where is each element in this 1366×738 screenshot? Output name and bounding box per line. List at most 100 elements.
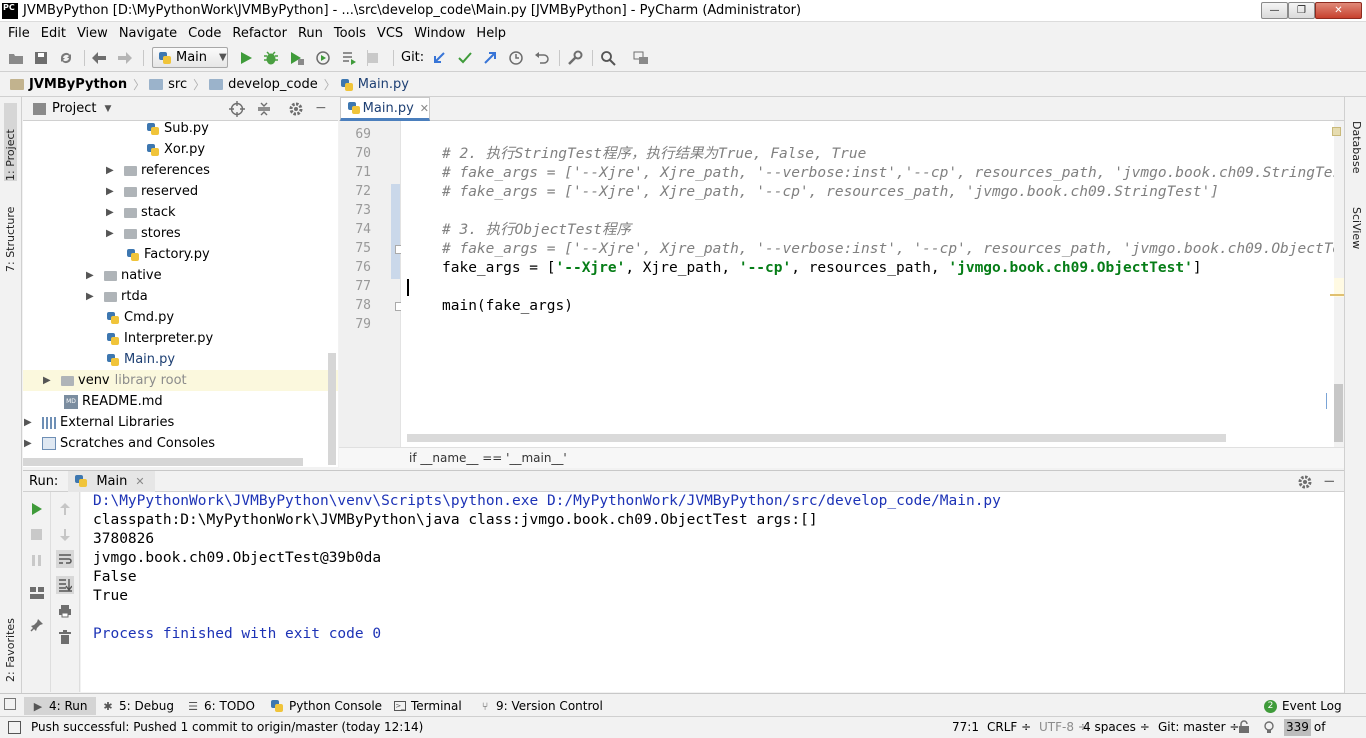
print-icon[interactable] [56, 602, 74, 620]
favorites-tool-tab[interactable]: 2: Favorites [4, 602, 17, 682]
search-icon[interactable] [600, 50, 616, 66]
menu-vcs[interactable]: VCS [373, 26, 407, 41]
status-message[interactable]: Push successful: Pushed 1 commit to orig… [31, 720, 423, 734]
menu-edit[interactable]: Edit [37, 26, 70, 41]
breadcrumb-project[interactable]: JVMByPython [10, 77, 127, 92]
stop-icon[interactable] [28, 526, 46, 544]
locate-target-icon[interactable] [229, 101, 245, 121]
forward-arrow-icon[interactable] [117, 50, 133, 66]
run-icon[interactable] [238, 50, 254, 66]
chevron-right-icon[interactable]: ▶ [106, 186, 116, 197]
back-arrow-icon[interactable] [91, 50, 107, 66]
menu-view[interactable]: View [73, 26, 112, 41]
tab-main-py[interactable]: Main.py ✕ [340, 97, 430, 121]
git-branch-select[interactable]: Git: master ÷ [1158, 720, 1239, 734]
tree-item-sub-py[interactable]: Sub.py [146, 121, 209, 139]
tool-tab-terminal[interactable]: >_ Terminal [394, 697, 462, 715]
menu-code[interactable]: Code [184, 26, 225, 41]
revert-icon[interactable] [534, 50, 550, 66]
chevron-right-icon[interactable]: ▶ [86, 270, 96, 281]
up-arrow-icon[interactable] [56, 500, 74, 518]
breadcrumb-develop-code[interactable]: develop_code [209, 77, 318, 92]
chevron-down-icon[interactable]: ▼ [104, 104, 111, 114]
tool-tab-version-control[interactable]: ⑂ 9: Version Control [479, 697, 603, 715]
breadcrumb-src[interactable]: src [149, 77, 187, 92]
code-editor[interactable]: # 2. 执行StringTest程序，执行结果为True, False, Tr… [401, 121, 1334, 447]
project-tool-tab[interactable]: 1: Project [4, 103, 17, 181]
editor-vertical-scrollbar[interactable] [1334, 384, 1343, 442]
chevron-right-icon[interactable]: ▶ [86, 291, 96, 302]
close-tab-icon[interactable]: ✕ [135, 475, 144, 488]
project-tree-horizontal-scrollbar[interactable] [23, 458, 303, 466]
tree-item-xor-py[interactable]: Xor.py [146, 139, 205, 160]
save-icon[interactable] [33, 50, 49, 66]
sciview-tool-tab[interactable]: SciView [1350, 207, 1363, 249]
tree-item-main-py[interactable]: Main.py [106, 349, 175, 370]
status-tool-windows-icon[interactable] [8, 721, 21, 734]
tree-item-cmd-py[interactable]: Cmd.py [106, 307, 174, 328]
structure-tool-tab[interactable]: 7: Structure [4, 192, 17, 272]
git-commit-icon[interactable] [457, 50, 473, 66]
menu-file[interactable]: File [4, 26, 34, 41]
gear-icon[interactable] [1297, 474, 1313, 494]
tree-item-factory-py[interactable]: Factory.py [126, 244, 210, 265]
tree-item-external-libraries[interactable]: ▶ External Libraries [24, 412, 174, 433]
project-panel-title[interactable]: Project [52, 101, 96, 116]
profile-icon[interactable] [315, 50, 331, 66]
run-tab-main[interactable]: Main ✕ [68, 470, 155, 492]
debug-icon[interactable] [263, 50, 279, 66]
indent-select[interactable]: 4 spaces ÷ [1083, 720, 1150, 734]
maximize-button[interactable]: ❐ [1288, 2, 1315, 19]
presentation-assistant-icon[interactable] [633, 50, 649, 66]
chevron-right-icon[interactable]: ▶ [106, 165, 116, 176]
menu-run[interactable]: Run [294, 26, 327, 41]
sync-icon[interactable] [58, 50, 74, 66]
hector-inspector-icon[interactable] [1262, 720, 1276, 737]
pin-icon[interactable] [28, 616, 46, 634]
hide-panel-icon[interactable]: − [1323, 472, 1336, 490]
breadcrumb-main-py[interactable]: Main.py [340, 77, 409, 92]
line-separator-select[interactable]: CRLF ÷ [987, 720, 1031, 734]
chevron-right-icon[interactable]: ▶ [24, 417, 34, 428]
stop-icon[interactable] [362, 50, 384, 66]
run-console-output[interactable]: D:\MyPythonWork\JVMByPython\venv\Scripts… [81, 492, 1344, 692]
history-icon[interactable] [508, 50, 524, 66]
tool-tab-debug[interactable]: ✱ 5: Debug [102, 697, 174, 715]
git-push-icon[interactable] [482, 50, 498, 66]
pause-icon[interactable] [28, 552, 46, 570]
menu-refactor[interactable]: Refactor [228, 26, 291, 41]
gear-icon[interactable] [288, 101, 304, 121]
tool-tab-todo[interactable]: ☰ 6: TODO [187, 697, 255, 715]
encoding-select[interactable]: UTF-8 ÷ [1039, 720, 1088, 734]
chevron-right-icon[interactable]: ▶ [106, 207, 116, 218]
tool-tab-run[interactable]: ▶ 4: Run [24, 697, 96, 715]
editor-breadcrumb-footer[interactable]: if __name__ == '__main__' [339, 447, 1344, 468]
run-configuration-select[interactable]: Main ▼ [152, 47, 228, 68]
tree-item-reserved[interactable]: ▶ reserved [106, 181, 198, 202]
minimize-button[interactable]: — [1261, 2, 1288, 19]
wrench-settings-icon[interactable] [567, 50, 583, 66]
tree-item-stores[interactable]: ▶ stores [106, 223, 181, 244]
chevron-right-icon[interactable]: ▶ [106, 228, 116, 239]
close-button[interactable]: ✕ [1315, 2, 1362, 19]
rerun-icon[interactable] [28, 500, 46, 518]
close-tab-icon[interactable]: ✕ [420, 102, 429, 115]
tool-tab-python-console[interactable]: Python Console [270, 697, 382, 715]
tree-item-interpreter-py[interactable]: Interpreter.py [106, 328, 213, 349]
tree-item-venv[interactable]: ▶ venv library root [23, 370, 338, 391]
chevron-right-icon[interactable]: ▶ [43, 375, 53, 386]
lock-icon[interactable] [1238, 720, 1250, 736]
toggle-tool-windows-icon[interactable] [4, 698, 16, 710]
soft-wrap-icon[interactable] [56, 550, 74, 568]
git-update-icon[interactable] [431, 50, 447, 66]
warning-stripe-marker[interactable] [1330, 294, 1344, 296]
vcs-change-marker[interactable] [391, 184, 400, 279]
inspection-status-icon[interactable] [1332, 127, 1341, 136]
tree-item-scratches[interactable]: ▶ Scratches and Consoles [24, 433, 215, 454]
collapse-all-icon[interactable] [256, 101, 272, 121]
menu-help[interactable]: Help [472, 26, 510, 41]
database-tool-tab[interactable]: Database [1350, 121, 1363, 174]
run-with-coverage-icon[interactable] [289, 50, 305, 66]
project-tree-vertical-scrollbar[interactable] [328, 353, 336, 465]
restore-layout-icon[interactable] [28, 584, 46, 602]
